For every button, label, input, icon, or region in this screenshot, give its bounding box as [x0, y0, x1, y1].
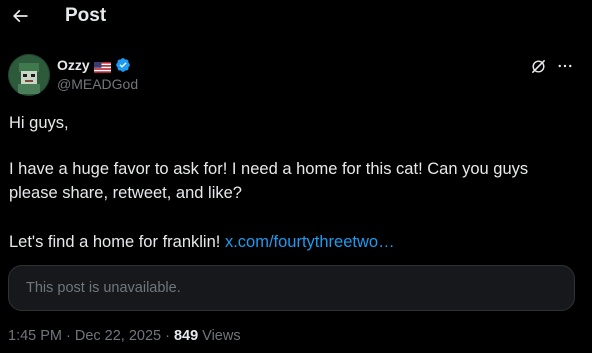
grok-button[interactable]	[528, 56, 548, 76]
meta-separator: ·	[165, 328, 170, 344]
post-time[interactable]: 1:45 PM	[8, 328, 62, 344]
post-text-line-2: I have a huge favor to ask for! I need a…	[9, 160, 529, 202]
quoted-post-unavailable-text: This post is unavailable.	[26, 280, 181, 296]
author-handle[interactable]: @MEADGod	[57, 76, 138, 92]
post-date[interactable]: Dec 22, 2025	[75, 328, 161, 344]
avatar-image	[8, 54, 50, 96]
avatar[interactable]	[8, 54, 50, 96]
arrow-left-icon	[12, 9, 28, 23]
grok-icon	[531, 59, 545, 73]
views-label: Views	[202, 328, 241, 344]
verified-badge-icon[interactable]	[115, 57, 131, 73]
post-detail-page: Post Ozzy @MEADGod Hi guys, I have a hug…	[0, 0, 592, 353]
post-text-line-3: Let's find a home for franklin! x.com/fo…	[9, 230, 579, 254]
us-flag-icon	[93, 60, 111, 73]
page-title: Post	[65, 5, 107, 26]
back-button[interactable]	[8, 4, 32, 28]
more-horizontal-icon	[558, 64, 572, 68]
author-name-row: Ozzy	[57, 56, 131, 74]
quoted-post-card[interactable]: This post is unavailable.	[8, 265, 575, 311]
post-text-line-3-text: Let's find a home for franklin!	[9, 233, 225, 251]
meta-separator: ·	[66, 328, 71, 344]
author-name[interactable]: Ozzy	[57, 57, 90, 73]
page-header: Post	[0, 0, 592, 34]
more-options-button[interactable]	[555, 56, 575, 76]
post-text-line-1: Hi guys,	[9, 114, 69, 132]
post-meta: 1:45 PM · Dec 22, 2025 · 849 Views	[8, 328, 241, 344]
views-count: 849	[173, 328, 199, 344]
post-link[interactable]: x.com/fourtythreetwo…	[225, 233, 395, 251]
